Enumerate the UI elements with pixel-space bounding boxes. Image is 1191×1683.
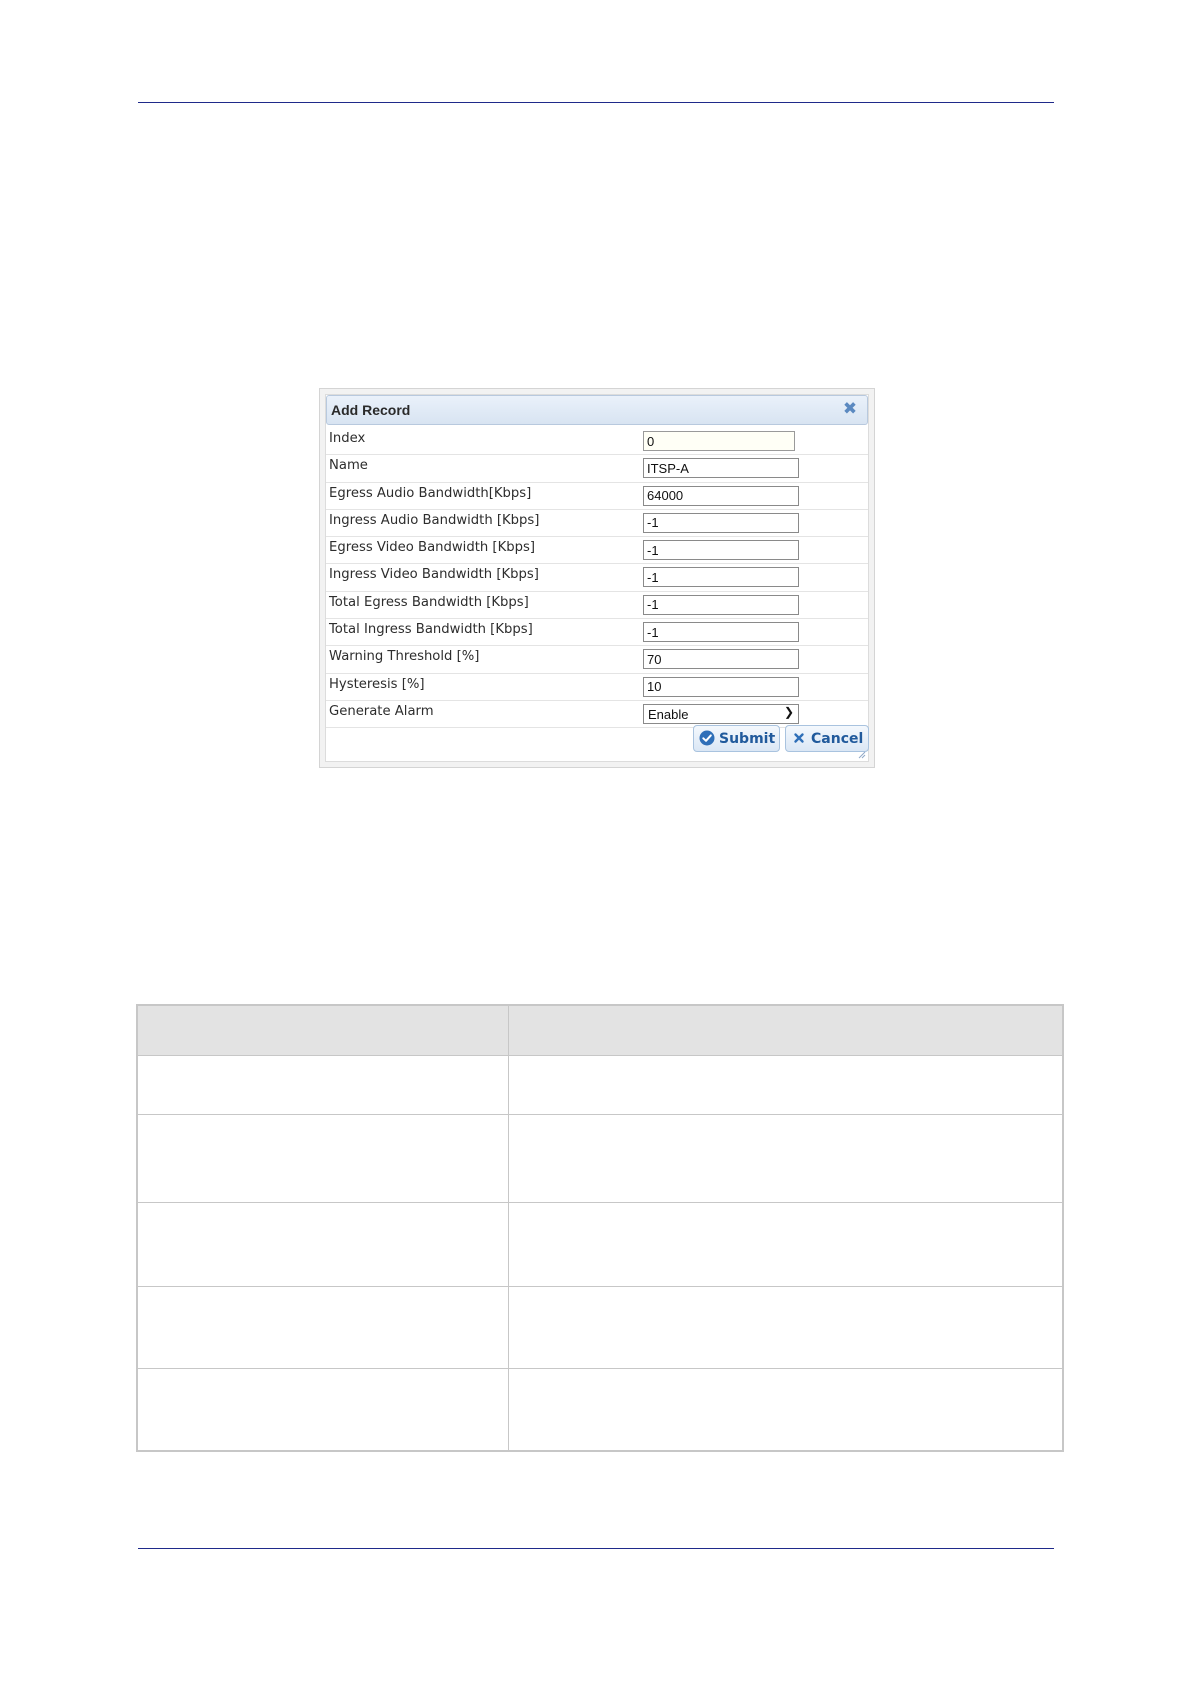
field-label-egress-video: Egress Video Bandwidth [Kbps]: [329, 540, 535, 556]
generate-alarm-select[interactable]: Enable ❯: [643, 703, 799, 724]
cancel-label: Cancel: [811, 731, 864, 747]
total-ingress-bandwidth-input[interactable]: [643, 622, 799, 643]
field-label-total-ingress: Total Ingress Bandwidth [Kbps]: [329, 622, 533, 638]
form-row-ingress-video: Ingress Video Bandwidth [Kbps]: [326, 564, 868, 592]
field-label-ingress-video: Ingress Video Bandwidth [Kbps]: [329, 567, 539, 583]
table-row-divider: [138, 1286, 1062, 1287]
field-label-ingress-audio: Ingress Audio Bandwidth [Kbps]: [329, 512, 540, 528]
name-input[interactable]: [643, 458, 799, 479]
submit-label: Submit: [719, 731, 776, 747]
table-row-divider: [138, 1114, 1062, 1115]
field-label-name: Name: [329, 458, 368, 474]
dialog-title: Add Record: [331, 402, 411, 418]
form-rows: Index Name Egress Audio Bandwidth[Kbps] …: [326, 428, 868, 729]
submit-button[interactable]: Submit: [693, 725, 780, 752]
cancel-button[interactable]: Cancel: [785, 725, 869, 752]
form-row-total-egress: Total Egress Bandwidth [Kbps]: [326, 592, 868, 620]
form-row-egress-video: Egress Video Bandwidth [Kbps]: [326, 537, 868, 565]
form-row-index: Index: [326, 428, 868, 456]
form-row-warning-threshold: Warning Threshold [%]: [326, 646, 868, 674]
check-circle-icon: [699, 730, 715, 746]
form-row-hysteresis: Hysteresis [%]: [326, 674, 868, 701]
header-rule: [138, 102, 1054, 103]
table-header: [138, 1006, 1062, 1056]
field-label-total-egress: Total Egress Bandwidth [Kbps]: [329, 594, 529, 610]
form-row-generate-alarm: Generate Alarm Enable ❯: [326, 701, 868, 729]
form-row-egress-audio: Egress Audio Bandwidth[Kbps]: [326, 483, 868, 510]
resize-grip-icon[interactable]: [858, 751, 866, 759]
table-row-divider: [138, 1202, 1062, 1203]
field-label-index: Index: [329, 431, 366, 446]
dialog-body: Add Record ✖ Index Name Egress Audio Ban…: [325, 394, 869, 762]
generate-alarm-value: Enable: [648, 706, 689, 722]
dialog-titlebar[interactable]: Add Record ✖: [326, 395, 868, 425]
add-record-dialog: Add Record ✖ Index Name Egress Audio Ban…: [319, 388, 875, 768]
form-row-name: Name: [326, 455, 868, 483]
warning-threshold-input[interactable]: [643, 649, 799, 670]
field-label-hysteresis: Hysteresis [%]: [329, 676, 425, 692]
field-label-egress-audio: Egress Audio Bandwidth[Kbps]: [329, 485, 532, 501]
parameter-table: [136, 1004, 1064, 1452]
ingress-video-bandwidth-input[interactable]: [643, 567, 799, 588]
form-row-total-ingress: Total Ingress Bandwidth [Kbps]: [326, 619, 868, 647]
chevron-down-icon: ❯: [783, 704, 794, 719]
table-row-divider: [138, 1368, 1062, 1369]
egress-video-bandwidth-input[interactable]: [643, 540, 799, 561]
close-icon[interactable]: ✖: [841, 400, 859, 418]
field-label-warning-threshold: Warning Threshold [%]: [329, 649, 480, 665]
x-icon: [794, 733, 804, 743]
index-input[interactable]: [643, 431, 795, 451]
ingress-audio-bandwidth-input[interactable]: [643, 512, 799, 533]
form-row-ingress-audio: Ingress Audio Bandwidth [Kbps]: [326, 510, 868, 538]
column-divider: [508, 1006, 509, 1450]
footer-rule: [138, 1548, 1054, 1549]
egress-audio-bandwidth-input[interactable]: [643, 485, 799, 506]
field-label-generate-alarm: Generate Alarm: [329, 703, 434, 719]
total-egress-bandwidth-input[interactable]: [643, 594, 799, 615]
hysteresis-input[interactable]: [643, 676, 799, 697]
